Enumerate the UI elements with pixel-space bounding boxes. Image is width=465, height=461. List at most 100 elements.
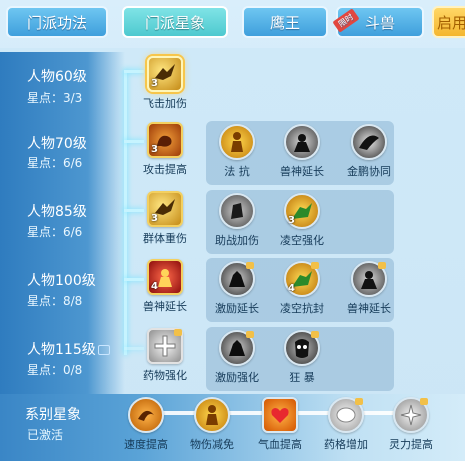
row-star-points: 星点：8/8 (27, 294, 83, 308)
golden-roc-icon (351, 124, 387, 160)
dark-figure-icon (219, 261, 255, 297)
star-pattern-panel: 门派功法 门派星象 鹰王 限时 斗兽 启用 人物60级 星点：3/3 人物70级… (0, 0, 465, 461)
skill-level: 3 (288, 215, 295, 226)
system-node-name: 速度提高 (124, 438, 168, 451)
beast-rage-icon: 4 (147, 259, 183, 295)
skill-node[interactable]: 3 飞击加伤 (135, 56, 195, 111)
skill-level: 3 (151, 78, 158, 89)
heart-icon (262, 397, 298, 433)
tab-sect-skills[interactable]: 门派功法 (6, 6, 108, 38)
beast-god-icon (284, 124, 320, 160)
skill-node[interactable]: 狂 暴 (272, 330, 332, 385)
fist-icon (219, 193, 255, 229)
skill-node[interactable]: 4 凌空抗封 (272, 261, 332, 316)
gold-figure-icon (194, 397, 230, 433)
system-node-name: 物伤减免 (190, 438, 234, 451)
row-level-label: 人物100级 (27, 273, 96, 289)
spirit-burst-icon (393, 397, 429, 433)
tab-label: 斗兽 (364, 13, 395, 32)
lock-icon (246, 331, 254, 338)
row-level-label: 人物85级 (27, 204, 87, 220)
skill-level: 4 (151, 281, 158, 292)
fist-svg (231, 203, 243, 219)
top-tab-bar: 门派功法 门派星象 鹰王 限时 斗兽 启用 (0, 0, 465, 44)
skill-node[interactable]: 3 凌空强化 (272, 193, 332, 248)
beast-god-icon (351, 261, 387, 297)
eagle-icon: 3 (147, 191, 183, 227)
green-warrior-icon: 4 (284, 261, 320, 297)
skill-node[interactable]: 法 抗 (207, 124, 267, 179)
skill-node[interactable]: 兽神延长 (272, 124, 332, 179)
skill-name: 兽神延长 (280, 165, 324, 178)
dark-figure-icon (219, 330, 255, 366)
system-node-name: 灵力提高 (389, 438, 433, 451)
row-level-label: 人物115级 (27, 339, 110, 359)
lock-icon (378, 262, 386, 269)
skill-name: 金鹏协同 (347, 165, 391, 178)
row-level-label: 人物60级 (27, 69, 87, 85)
skill-name: 攻击提高 (143, 163, 187, 176)
system-node[interactable]: 物伤减免 (182, 397, 242, 452)
skill-node[interactable]: 3 攻击提高 (135, 122, 195, 177)
lock-icon (97, 345, 110, 355)
eagle-icon: 3 (147, 56, 183, 92)
skill-name: 凌空抗封 (280, 302, 324, 315)
skill-node[interactable]: 金鹏协同 (339, 124, 399, 179)
skill-level: 4 (288, 283, 295, 294)
green-warrior-icon: 3 (284, 193, 320, 229)
tab-label: 门派星象 (144, 13, 205, 32)
skill-name: 狂 暴 (289, 371, 315, 384)
gold-figure-svg (206, 405, 218, 425)
beast-god-svg (294, 134, 310, 152)
skill-name: 激励强化 (215, 371, 259, 384)
limited-time-badge: 限时 (332, 8, 360, 33)
tab-enable[interactable]: 启用 (432, 6, 465, 38)
row-level-label: 人物70级 (27, 136, 87, 152)
connector-trunk (124, 70, 127, 355)
skill-node[interactable]: 助战加伤 (207, 193, 267, 248)
skill-name: 飞击加伤 (143, 97, 187, 110)
tab-label: 门派功法 (26, 13, 87, 32)
lock-icon (311, 262, 319, 269)
skill-name: 药物强化 (143, 369, 187, 382)
tab-beast-fight[interactable]: 限时 斗兽 (332, 6, 424, 38)
row-star-points: 星点：6/6 (27, 156, 83, 170)
skill-name: 法 抗 (224, 165, 250, 178)
skill-name: 助战加伤 (215, 234, 259, 247)
skill-node[interactable]: 药物强化 (135, 328, 195, 383)
heart-svg (271, 408, 289, 423)
system-title: 系别星象 (25, 407, 81, 423)
skill-level: 3 (151, 213, 158, 224)
lock-icon (174, 329, 182, 336)
system-node-name: 气血提高 (258, 438, 302, 451)
skill-node[interactable]: 激励强化 (207, 330, 267, 385)
gold-figure-icon (219, 124, 255, 160)
system-node[interactable]: 灵力提高 (381, 397, 441, 452)
system-node-name: 药格增加 (324, 438, 368, 451)
skill-name: 兽神延长 (347, 302, 391, 315)
system-node[interactable]: 药格增加 (316, 397, 376, 452)
potion-plus-icon (147, 328, 183, 364)
system-node[interactable]: 气血提高 (250, 397, 310, 452)
potion-slot-icon (328, 397, 364, 433)
speed-swirl-icon (128, 397, 164, 433)
tab-label: 启用 (436, 13, 465, 32)
lock-icon (246, 262, 254, 269)
lock-icon (355, 398, 363, 405)
skill-node[interactable]: 激励延长 (207, 261, 267, 316)
skill-node[interactable]: 兽神延长 (339, 261, 399, 316)
row-star-points: 星点：0/8 (27, 363, 83, 377)
skill-node[interactable]: 4 兽神延长 (135, 259, 195, 314)
tab-label: 鹰王 (269, 13, 300, 32)
row-star-points: 星点：6/6 (27, 225, 83, 239)
row-star-points: 星点：3/3 (27, 91, 83, 105)
skill-level: 3 (151, 144, 158, 155)
tab-sect-stars[interactable]: 门派星象 (122, 6, 228, 38)
tab-eagle-king[interactable]: 鹰王 (242, 6, 328, 38)
skill-node[interactable]: 3 群体重伤 (135, 191, 195, 246)
system-node[interactable]: 速度提高 (116, 397, 176, 452)
skill-name: 兽神延长 (143, 300, 187, 313)
skill-name: 激励延长 (215, 302, 259, 315)
skill-name: 凌空强化 (280, 234, 324, 247)
speed-swirl-svg (138, 410, 154, 421)
